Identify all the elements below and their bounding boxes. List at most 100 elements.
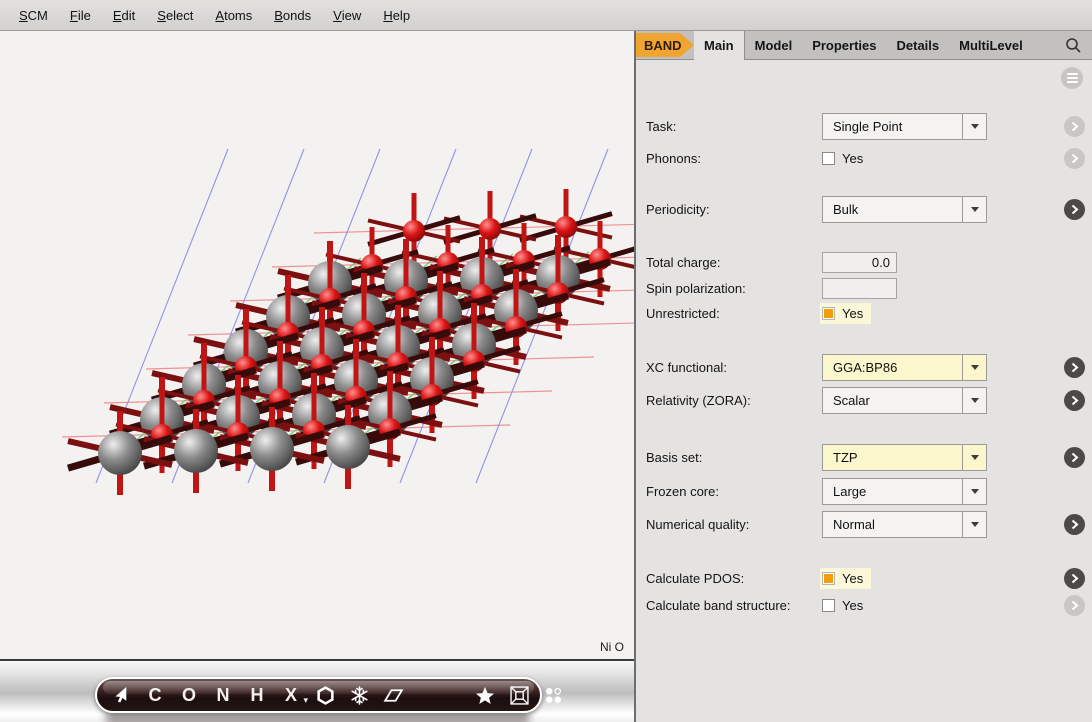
menu-atoms[interactable]: Atoms — [204, 0, 263, 30]
o-atom[interactable] — [479, 218, 501, 240]
xc-functional-dropdown[interactable]: GGA:BP86 — [822, 354, 987, 381]
numerical-quality-dropdown[interactable]: Normal — [822, 511, 987, 538]
periodicity-detail-button[interactable] — [1064, 199, 1085, 220]
calculate-pdos-label: Calculate PDOS: — [646, 571, 744, 586]
ring-tool-icon[interactable] — [313, 683, 337, 707]
row-total-charge: Total charge:0.0 — [636, 252, 1092, 273]
periodicity-dropdown[interactable]: Bulk — [822, 196, 987, 223]
element-dropdown-caret-icon: ▾ — [303, 695, 308, 706]
toolbar-reflection — [105, 714, 530, 722]
menu-help[interactable]: Help — [372, 0, 421, 30]
search-icon[interactable] — [1065, 31, 1092, 59]
menu-bonds[interactable]: Bonds — [263, 0, 322, 30]
menu-edit[interactable]: Edit — [102, 0, 146, 30]
basis-set-label: Basis set: — [646, 450, 702, 465]
unrestricted-checkbox[interactable] — [822, 307, 835, 320]
numerical-quality-detail-button[interactable] — [1064, 514, 1085, 535]
xc-functional-detail-button[interactable] — [1064, 357, 1085, 378]
ni-atom[interactable] — [250, 427, 294, 471]
tab-details[interactable]: Details — [887, 31, 950, 59]
panel-tabbar: BAND MainModelPropertiesDetailsMultiLeve… — [636, 31, 1092, 60]
molecule-viewer[interactable]: Ni O — [0, 31, 634, 660]
plane-tool-icon[interactable] — [381, 683, 405, 707]
element-picker-tool[interactable]: X▾ — [279, 683, 303, 707]
phonons-checkbox[interactable] — [822, 152, 835, 165]
menu-view[interactable]: View — [322, 0, 372, 30]
hamburger-icon — [1067, 73, 1078, 75]
task-detail-button — [1064, 116, 1085, 137]
menu-file[interactable]: File — [59, 0, 102, 30]
dropdown-arrow-icon[interactable] — [962, 512, 986, 537]
crystal-viewer-tool-icon[interactable] — [507, 683, 531, 707]
menu-scm[interactable]: SCM — [8, 0, 59, 30]
row-unrestricted: Unrestricted:Yes — [636, 303, 1092, 324]
tab-model[interactable]: Model — [745, 31, 803, 59]
frozen-core-dropdown[interactable]: Large — [822, 478, 987, 505]
dropdown-arrow-icon[interactable] — [962, 479, 986, 504]
row-calculate-pdos: Calculate PDOS:Yes — [636, 568, 1092, 589]
row-frozen-core: Frozen core: Large — [636, 478, 1092, 505]
oxygen-tool[interactable]: O — [177, 683, 201, 707]
ni-atom[interactable] — [98, 431, 142, 475]
task-dropdown[interactable]: Single Point — [822, 113, 987, 140]
preoptimize-tool-icon[interactable] — [347, 683, 371, 707]
unrestricted-label: Unrestricted: — [646, 306, 720, 321]
row-basis-set: Basis set: TZP — [636, 444, 1092, 471]
tab-multilevel[interactable]: MultiLevel — [949, 31, 1033, 59]
row-xc-functional: XC functional: GGA:BP86 — [636, 354, 1092, 381]
draw-toolbar: CONH X▾ — [95, 677, 542, 713]
row-numerical-quality: Numerical quality: Normal — [636, 511, 1092, 538]
hydrogen-tool[interactable]: H — [245, 683, 269, 707]
nitrogen-tool[interactable]: N — [211, 683, 235, 707]
row-task: Task: Single Point — [636, 113, 1092, 140]
carbon-tool[interactable]: C — [143, 683, 167, 707]
o-atom[interactable] — [555, 216, 577, 238]
dropdown-arrow-icon[interactable] — [962, 114, 986, 139]
favorites-tool-icon[interactable] — [473, 683, 497, 707]
relativity-label: Relativity (ZORA): — [646, 393, 751, 408]
dropdown-arrow-icon[interactable] — [962, 197, 986, 222]
row-relativity: Relativity (ZORA): Scalar — [636, 387, 1092, 414]
numerical-quality-label: Numerical quality: — [646, 517, 749, 532]
dropdown-arrow-icon[interactable] — [962, 355, 986, 380]
basis-set-dropdown[interactable]: TZP — [822, 444, 987, 471]
relativity-dropdown[interactable]: Scalar — [822, 387, 987, 414]
row-calculate-band-structure: Calculate band structure:Yes — [636, 595, 1092, 616]
settings-panel: BAND MainModelPropertiesDetailsMultiLeve… — [636, 31, 1092, 722]
ni-atom[interactable] — [326, 425, 370, 469]
calculate-band-structure-checkbox[interactable] — [822, 599, 835, 612]
formula-label: Ni O — [600, 640, 624, 654]
relativity-detail-button[interactable] — [1064, 390, 1085, 411]
task-label: Task: — [646, 119, 676, 134]
toolbar-dock: CONH X▾ — [0, 661, 634, 722]
row-phonons: Phonons:Yes — [636, 148, 1092, 169]
periodicity-label: Periodicity: — [646, 202, 710, 217]
product-badge: BAND — [636, 33, 694, 57]
row-periodicity: Periodicity: Bulk — [636, 196, 1092, 223]
crystal-structure[interactable] — [0, 31, 634, 660]
spin-polarization-input[interactable] — [822, 278, 897, 299]
panel-content: Task: Single Point Phonons:Yes Periodicity:… — [636, 60, 1092, 722]
dropdown-arrow-icon[interactable] — [962, 388, 986, 413]
viewer-bottom-divider — [0, 659, 634, 661]
phonons-detail-button — [1064, 148, 1085, 169]
o-atom[interactable] — [403, 220, 425, 242]
ni-atom[interactable] — [174, 429, 218, 473]
calculate-pdos-detail-button[interactable] — [1064, 568, 1085, 589]
calculate-pdos-checkbox[interactable] — [822, 572, 835, 585]
pointer-tool-icon[interactable] — [109, 683, 133, 707]
panel-divider — [634, 31, 636, 722]
xc-functional-label: XC functional: — [646, 360, 727, 375]
calculate-band-structure-detail-button — [1064, 595, 1085, 616]
menu-select[interactable]: Select — [146, 0, 204, 30]
dropdown-arrow-icon[interactable] — [962, 445, 986, 470]
frozen-core-label: Frozen core: — [646, 484, 719, 499]
panel-menu-button[interactable] — [1061, 67, 1083, 89]
row-spin-polarization: Spin polarization: — [636, 278, 1092, 299]
panels-tool-icon[interactable] — [541, 683, 565, 707]
tab-properties[interactable]: Properties — [802, 31, 886, 59]
basis-set-detail-button[interactable] — [1064, 447, 1085, 468]
total-charge-input[interactable]: 0.0 — [822, 252, 897, 273]
tab-main[interactable]: Main — [694, 31, 745, 60]
calculate-band-structure-label: Calculate band structure: — [646, 598, 791, 613]
